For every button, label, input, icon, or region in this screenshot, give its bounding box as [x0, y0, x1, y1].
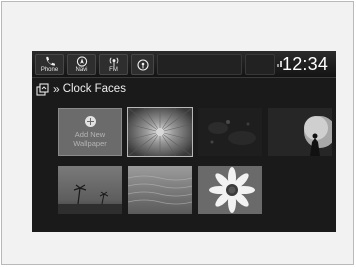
fm-button[interactable]: FM	[99, 54, 128, 75]
wallpaper-dark-foliage[interactable]	[198, 108, 262, 156]
breadcrumb: » Clock Faces	[36, 80, 126, 98]
navi-button[interactable]: Navi	[67, 54, 96, 75]
empty-shortcut-slot[interactable]	[245, 54, 275, 75]
add-wallpaper-tile[interactable]: Add New Wallpaper	[58, 108, 122, 156]
phone-button[interactable]: Phone	[35, 54, 64, 75]
wallpaper-thumbnail	[58, 166, 122, 214]
add-tile-label-line2: Wallpaper	[73, 139, 107, 148]
wallpaper-thumbnail	[128, 166, 192, 214]
wallpaper-thumbnail	[268, 108, 332, 156]
wallpaper-radial-burst[interactable]	[127, 107, 193, 157]
clock-time: 12:34	[282, 54, 329, 74]
add-icon	[84, 116, 96, 127]
add-tile-label-line1: Add New	[74, 130, 106, 139]
phone-icon	[45, 56, 55, 66]
wallpaper-palm-beach[interactable]	[58, 166, 122, 214]
fm-radio-icon	[109, 57, 118, 67]
status-bar: Phone Navi FM 12:34	[32, 51, 336, 78]
navi-icon	[76, 56, 87, 67]
breadcrumb-separator: »	[53, 82, 60, 96]
wallpaper-water-surface[interactable]	[128, 166, 192, 214]
fm-label: FM	[109, 67, 118, 73]
wallpaper-moon-figure[interactable]	[268, 108, 332, 156]
wallpaper-thumbnail	[198, 166, 262, 214]
phone-label: Phone	[40, 67, 59, 73]
empty-shortcut-slot[interactable]	[157, 54, 242, 75]
back-icon[interactable]	[36, 82, 50, 96]
audio-source-button[interactable]	[131, 54, 154, 75]
audio-source-icon	[136, 59, 149, 71]
navi-label: Navi	[75, 67, 88, 73]
display-screen: Phone Navi FM 12:34 » Clock Faces Add Ne…	[32, 51, 336, 232]
manual-figure-frame: Phone Navi FM 12:34 » Clock Faces Add Ne…	[1, 1, 354, 265]
wallpaper-daisy-flower[interactable]	[198, 166, 262, 214]
wallpaper-thumbnail	[128, 108, 192, 156]
wallpaper-thumbnail	[198, 108, 262, 156]
page-title: Clock Faces	[62, 83, 126, 95]
